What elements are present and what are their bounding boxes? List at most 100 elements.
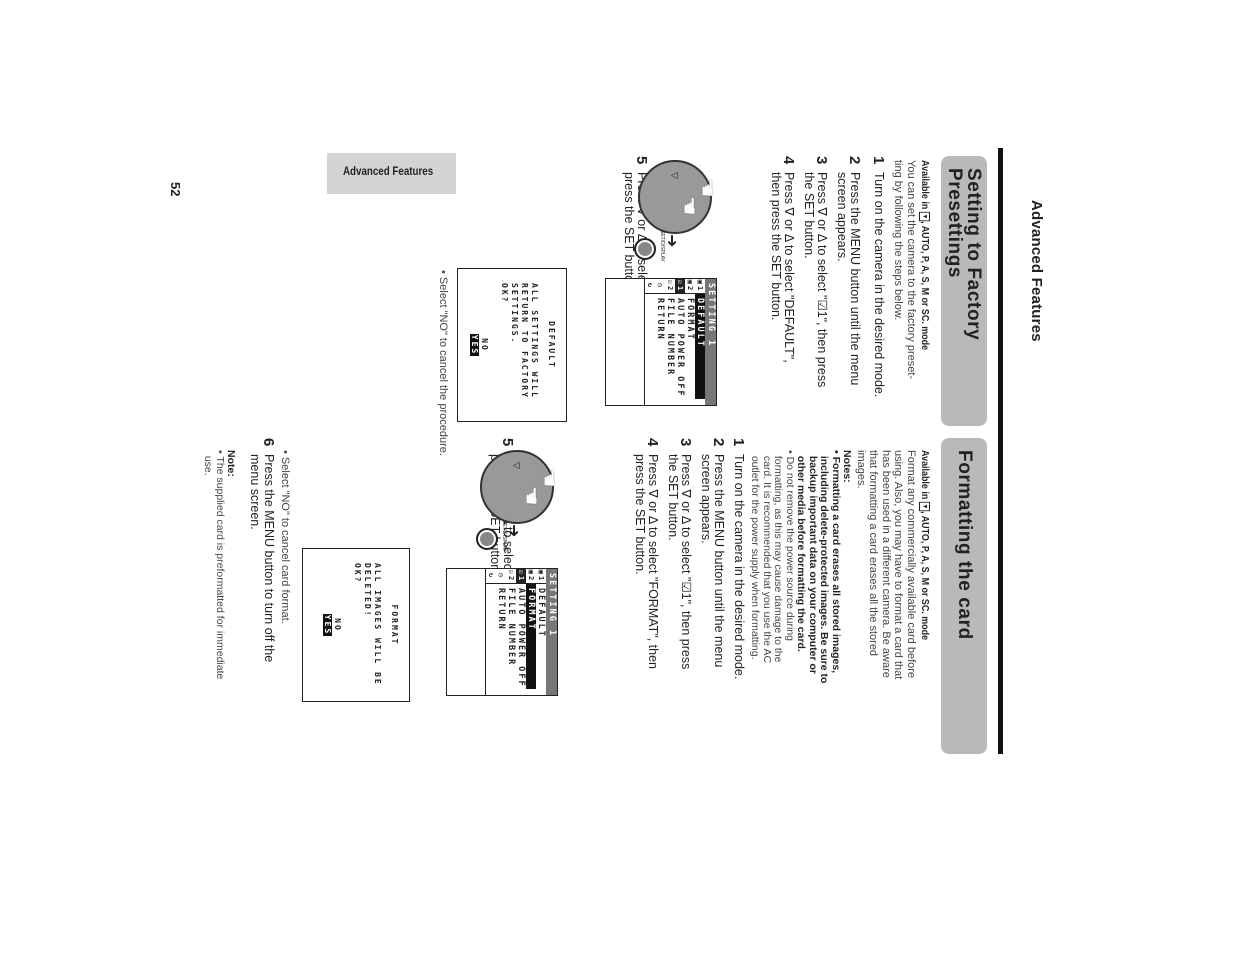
menu-screen: SETTING 1 ▣1 ▣2 ☑1 ☑2 ◷ ↻ DEFAULT FORMAT AUTO POW… xyxy=(446,568,558,696)
manual-page: Advanced Features Setting to Factory Pres… xyxy=(165,148,1045,778)
menu-screen: SETTING 1 ▣1 ▣2 ☑1 ☑2 ◷ ↻ DEFAULT FORMAT AUTO POW… xyxy=(605,278,717,406)
camera-2-icon: ▣2 xyxy=(527,569,535,583)
step-line: Press ∇ or Δ to select "☑1", then press xyxy=(679,454,694,670)
step-item: 1 Turn on the camera in the desired mode. xyxy=(870,156,887,446)
step-text: Press the MENU button to turn off the men… xyxy=(248,454,277,748)
dialog-line: SETTINGS. xyxy=(510,283,519,345)
dialog-line: ALL IMAGES WILL BE xyxy=(373,563,382,686)
arrow-right-icon: ➜ xyxy=(505,524,522,538)
availability-line: Available in ▼, AUTO, P, A, S, M or SC. … xyxy=(919,160,931,350)
dialog-options: NO YES xyxy=(322,549,342,701)
dialog-option-label: YES xyxy=(470,333,479,357)
step-number: 3 xyxy=(677,438,695,447)
setup-1-icon: ☑1 xyxy=(675,279,685,293)
camera-1-icon: ▣1 xyxy=(696,279,704,293)
setup-2-icon: ☑2 xyxy=(507,569,515,583)
dialog-option-no[interactable]: NO xyxy=(332,549,342,701)
step-number: 2 xyxy=(710,438,728,447)
dialog-body: ALL IMAGES WILL BE DELETED! OK? xyxy=(352,563,382,701)
dialog-options: NO YES xyxy=(469,269,489,421)
step-line: Press the MENU button until the menu xyxy=(848,172,863,386)
clock-icon: ◷ xyxy=(497,572,505,580)
step-text: Turn on the camera in the desired mode. xyxy=(732,454,746,748)
dialog-option-yes[interactable]: YES xyxy=(322,549,332,701)
note-line: • The supplied card is preformatted for … xyxy=(214,450,226,680)
note-bold: • Formatting a card erases all stored im… xyxy=(795,450,843,750)
menu-item: RETURN xyxy=(655,298,665,341)
down-triangle-icon: ▽ xyxy=(512,462,522,469)
step-number: 6 xyxy=(260,438,277,447)
step-line: Turn on the camera in the desired mode. xyxy=(732,454,746,680)
intro-line: that formatting a card erases all the st… xyxy=(867,450,880,657)
available-modes: , AUTO, P, A, S, M or SC. mode xyxy=(919,221,931,351)
footer-tab-label: Advanced Features xyxy=(343,166,434,178)
menu-tab-label: SETTING 1 xyxy=(705,279,716,405)
confirm-dialog: DEFAULT ALL SETTINGS WILL RETURN TO FACTOR… xyxy=(457,268,567,422)
menu-list: DEFAULT FORMAT AUTO POWER OFF FILE NUMBER RE… xyxy=(496,584,546,689)
intro-line: images. xyxy=(855,450,867,489)
intro-line: using. Also, you may have to format a ca… xyxy=(892,450,905,680)
menu-item: FORMAT xyxy=(685,298,695,341)
intro-text: Format any commercially available card b… xyxy=(855,450,917,750)
dialog-option-label: NO xyxy=(480,338,489,352)
note-line: • Do not remove the power source during xyxy=(784,450,796,642)
intro-line: ting by following the steps below. xyxy=(892,160,905,321)
camera-1-icon: ▣1 xyxy=(537,569,545,583)
note-line: outlet for the power supply when formatt… xyxy=(749,450,762,660)
dialog-title: DEFAULT xyxy=(547,321,556,369)
menu-item: FORMAT xyxy=(526,584,536,689)
step-line: the SET button. xyxy=(666,454,680,541)
step-number: 4 xyxy=(644,438,662,447)
dialog-option-no[interactable]: NO xyxy=(479,269,489,421)
step-text: Press the MENU button until the menu scre… xyxy=(699,454,727,748)
intro-text: You can set the camera to the factory pr… xyxy=(892,160,918,440)
notes-block: Notes: • Formatting a card erases all st… xyxy=(749,450,854,750)
available-prefix: Available in xyxy=(919,450,931,500)
step-line: screen appears. xyxy=(835,172,849,262)
intro-line: You can set the camera to the factory pr… xyxy=(905,160,917,380)
note-line: backup important data on your computer o… xyxy=(807,450,819,675)
control-illustration: ☚ ☚ ▽ ➜ SET/DISPLAY xyxy=(452,448,562,558)
playback-mode-icon: ▼ xyxy=(919,211,931,222)
step-number: 3 xyxy=(813,156,831,165)
step-number: 5 xyxy=(499,438,517,447)
set-button-icon xyxy=(634,238,656,260)
dialog-option-label: NO xyxy=(333,618,342,632)
camera-2-icon: ▣2 xyxy=(686,279,694,293)
menu-item: AUTO POWER OFF xyxy=(516,588,526,688)
dialog-option-yes[interactable]: YES xyxy=(469,269,479,421)
note-plain: • Do not remove the power source during … xyxy=(749,450,797,750)
menu-item: RETURN xyxy=(496,588,506,631)
step-number: 1 xyxy=(870,156,887,165)
footer-tab: Advanced Features xyxy=(327,153,456,194)
bullet-note: • Select "NO" to cancel the procedure. xyxy=(437,270,449,456)
dialog-line: OK? xyxy=(353,563,362,584)
step-line: Press the MENU button until the menu xyxy=(712,454,727,668)
control-illustration: ☚ ☚ ▽ ➜ SET/DISPLAY xyxy=(610,158,720,268)
header-rule xyxy=(998,148,1003,754)
menu-item: AUTO POWER OFF xyxy=(675,298,685,398)
dialog-line: ALL SETTINGS WILL xyxy=(530,283,539,399)
step-line: the SET button. xyxy=(802,172,816,259)
set-button-icon xyxy=(476,528,498,550)
page-number: 52 xyxy=(168,182,183,197)
notes-heading: Notes: xyxy=(841,450,853,483)
section-title: Formatting the card xyxy=(954,450,975,640)
footer-note: Note: • The supplied card is preformatte… xyxy=(202,450,238,750)
menu-item: DEFAULT xyxy=(536,588,546,638)
step-item: 3 Press ∇ or Δ to select "☑1", then press… xyxy=(802,156,831,446)
note-heading: Note: xyxy=(225,450,237,477)
setup-1-icon: ☑1 xyxy=(516,569,526,583)
step-text: Press ∇ or Δ to select "☑1", then press t… xyxy=(802,172,830,446)
menu-body: ▣1 ▣2 ☑1 ☑2 ◷ ↻ DEFAULT FORMAT AUTO POWER OFF FIL… xyxy=(644,279,705,405)
step-line: then press the SET button. xyxy=(769,172,783,321)
title-line-2: Presettings xyxy=(944,168,965,279)
step-line: screen appears. xyxy=(699,454,713,544)
note-line: formatting, as this may cause damage to … xyxy=(772,450,785,663)
step-item: 4 Press ∇ or Δ to select "FORMAT", then pr… xyxy=(633,438,662,748)
step-text: Turn on the camera in the desired mode. xyxy=(872,172,886,446)
section-header: Advanced Features xyxy=(1028,200,1045,342)
note-line: card. It is recommended that you use the… xyxy=(761,450,773,664)
bullet-text: Select "NO" to cancel the procedure. xyxy=(437,276,449,456)
menu-body: ▣1 ▣2 ☑1 ☑2 ◷ ↻ DEFAULT FORMAT AUTO POWER OFF FIL… xyxy=(485,569,546,695)
